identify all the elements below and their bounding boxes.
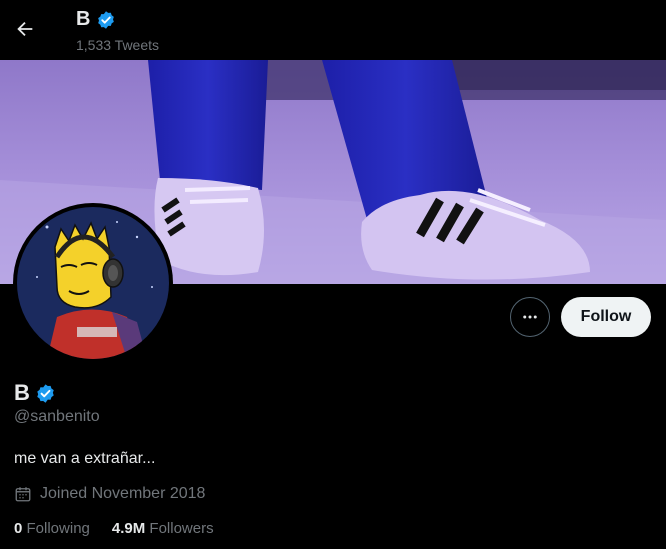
verified-badge-icon (37, 383, 54, 403)
header-name-text: B (76, 8, 91, 30)
avatar[interactable] (17, 207, 169, 359)
joined-date: Joined November 2018 (14, 485, 205, 503)
display-name: B (14, 380, 30, 405)
header-name: B (76, 8, 116, 31)
following-label: Following (26, 520, 90, 537)
calendar-icon (15, 487, 31, 502)
back-button[interactable] (10, 14, 40, 44)
avatar-image (17, 207, 169, 359)
avatar-frame (13, 203, 173, 363)
followers-link[interactable]: 4.9M Followers (112, 520, 214, 537)
joined-text: Joined November 2018 (40, 485, 206, 502)
tweets-count: 1,533 Tweets (76, 37, 160, 53)
followers-count: 4.9M (111, 520, 146, 537)
verified-badge-icon (98, 10, 115, 29)
profile-name: B (14, 380, 56, 406)
profile-handle: @sanbenito (14, 408, 100, 425)
profile-bio: me van a extrañar... (14, 450, 156, 467)
arrow-left-icon (17, 21, 33, 37)
follow-stats: 0 Following 4.9M Followers (14, 520, 214, 537)
following-count: 0 (14, 520, 23, 537)
follow-button[interactable]: Follow (561, 297, 651, 337)
followers-label: Followers (149, 520, 214, 537)
more-horizontal-icon (523, 315, 537, 319)
more-options-button[interactable] (510, 297, 550, 337)
following-link[interactable]: 0 Following (14, 520, 90, 537)
top-bar: B 1,533 Tweets (0, 0, 666, 60)
